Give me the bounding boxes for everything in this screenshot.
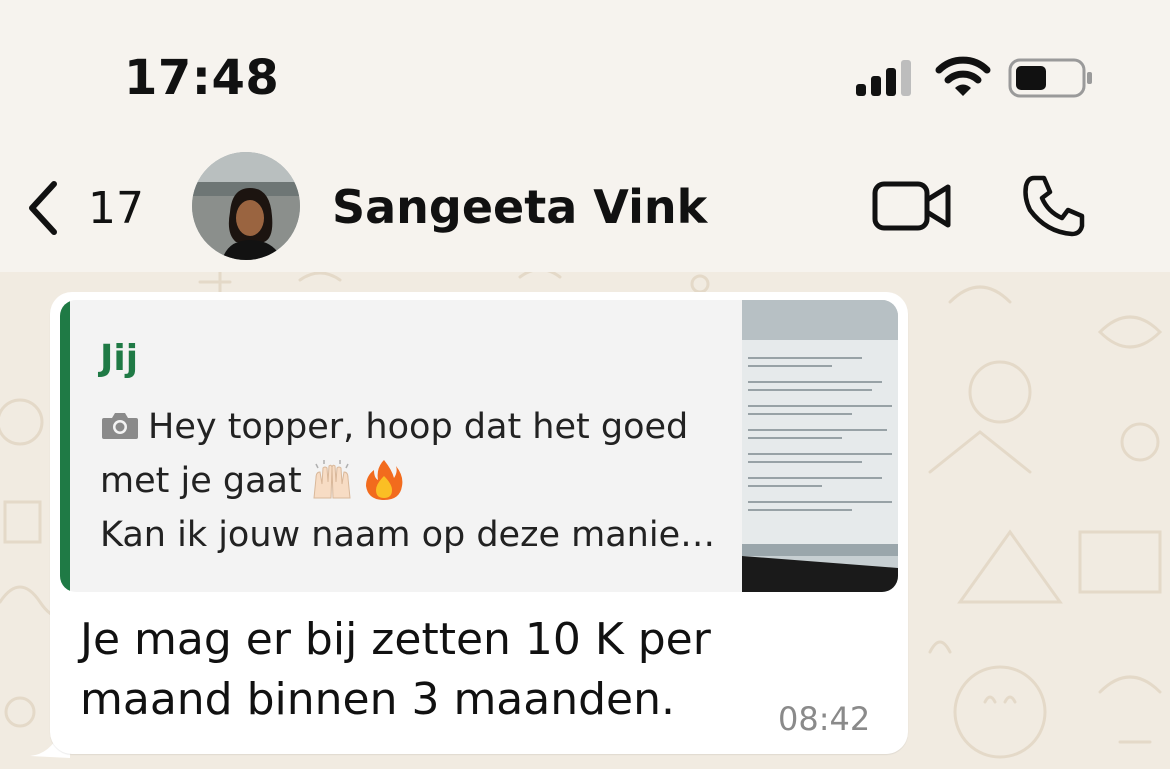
phone-icon[interactable] bbox=[1020, 172, 1088, 240]
quote-line-2-text: met je gaat bbox=[100, 461, 302, 501]
quote-text: Hey topper, hoop dat het goed met je gaa… bbox=[100, 400, 740, 562]
chat-header: 17 Sangeeta Vink bbox=[0, 140, 1170, 272]
video-camera-icon[interactable] bbox=[872, 178, 952, 234]
fire-emoji bbox=[365, 460, 403, 500]
wifi-icon bbox=[935, 56, 991, 96]
chevron-left-icon bbox=[29, 181, 57, 235]
status-bar: 17:48 bbox=[0, 0, 1170, 140]
quoted-message[interactable]: Jij Hey topper, hoop dat het goed met je… bbox=[60, 300, 898, 592]
quote-line-3: Kan ik jouw naam op deze manie… bbox=[100, 515, 716, 555]
battery-icon bbox=[1008, 58, 1092, 98]
cellular-signal-icon bbox=[856, 60, 911, 96]
back-button[interactable]: 17 bbox=[22, 176, 152, 240]
quote-line-1: Hey topper, hoop dat het goed bbox=[100, 400, 740, 454]
contact-name[interactable]: Sangeeta Vink bbox=[332, 180, 707, 234]
message-timestamp: 08:42 bbox=[778, 700, 871, 738]
message-text: Je mag er bij zetten 10 K per maand binn… bbox=[80, 610, 780, 730]
raising-hands-emoji bbox=[313, 460, 351, 499]
unread-count: 17 bbox=[88, 182, 144, 234]
thumbnail-image bbox=[742, 300, 898, 592]
message-line-1: Je mag er bij zetten 10 K per bbox=[80, 614, 711, 665]
camera-icon bbox=[102, 413, 138, 439]
avatar[interactable] bbox=[192, 152, 300, 260]
quote-line-2: met je gaat bbox=[100, 454, 740, 508]
message-line-2: maand binnen 3 maanden. bbox=[80, 674, 675, 725]
quote-accent-bar bbox=[60, 300, 70, 592]
quote-thumbnail bbox=[742, 300, 898, 592]
quote-author: Jij bbox=[100, 338, 139, 379]
quote-line-1-text: Hey topper, hoop dat het goed bbox=[148, 407, 689, 447]
avatar-image bbox=[192, 152, 300, 260]
status-time: 17:48 bbox=[124, 50, 280, 106]
